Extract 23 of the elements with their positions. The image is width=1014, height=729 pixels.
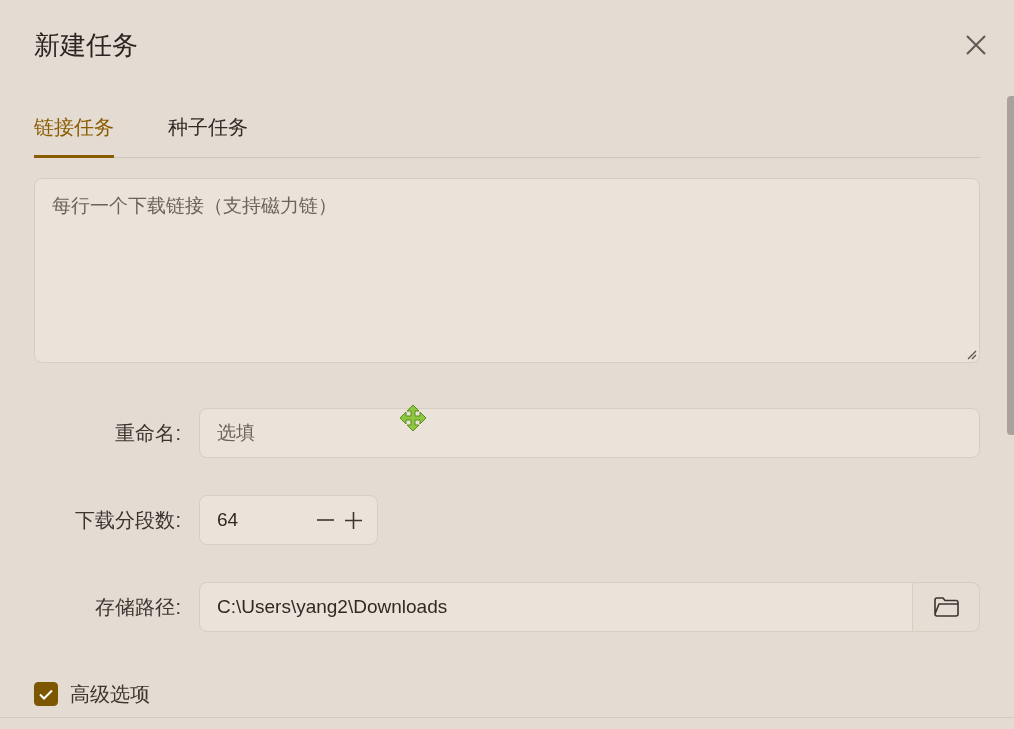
field-label: 重命名: xyxy=(114,421,182,446)
tab[interactable]: 链接任务 xyxy=(34,113,114,158)
checkbox[interactable] xyxy=(34,682,58,706)
minus-icon xyxy=(316,519,334,521)
number-field[interactable]: 64 xyxy=(217,505,313,535)
links-field[interactable]: 每行一个下载链接（支持磁力链） xyxy=(34,178,980,363)
checkbox-label[interactable]: 高级选项 xyxy=(70,682,150,706)
path-field[interactable]: C:\Users\yang2\Downloads xyxy=(199,582,913,632)
dialog-title: 新建任务 xyxy=(34,29,138,62)
tab[interactable]: 种子任务 xyxy=(168,113,248,158)
browse-folder-button[interactable] xyxy=(913,582,980,632)
plus-icon xyxy=(344,511,362,529)
close-button[interactable] xyxy=(964,33,988,57)
field-label: 存储路径: xyxy=(94,595,182,620)
rename-field[interactable]: 选填 xyxy=(199,408,980,458)
scrollbar-thumb[interactable] xyxy=(1007,96,1014,435)
folder-icon xyxy=(933,597,959,617)
field-label: 下载分段数: xyxy=(74,508,182,533)
close-icon xyxy=(966,35,986,55)
number-stepper[interactable]: 64 xyxy=(199,495,378,545)
check-icon xyxy=(39,688,53,700)
move-cursor-icon xyxy=(399,404,427,432)
resize-grip-icon[interactable] xyxy=(967,350,977,360)
